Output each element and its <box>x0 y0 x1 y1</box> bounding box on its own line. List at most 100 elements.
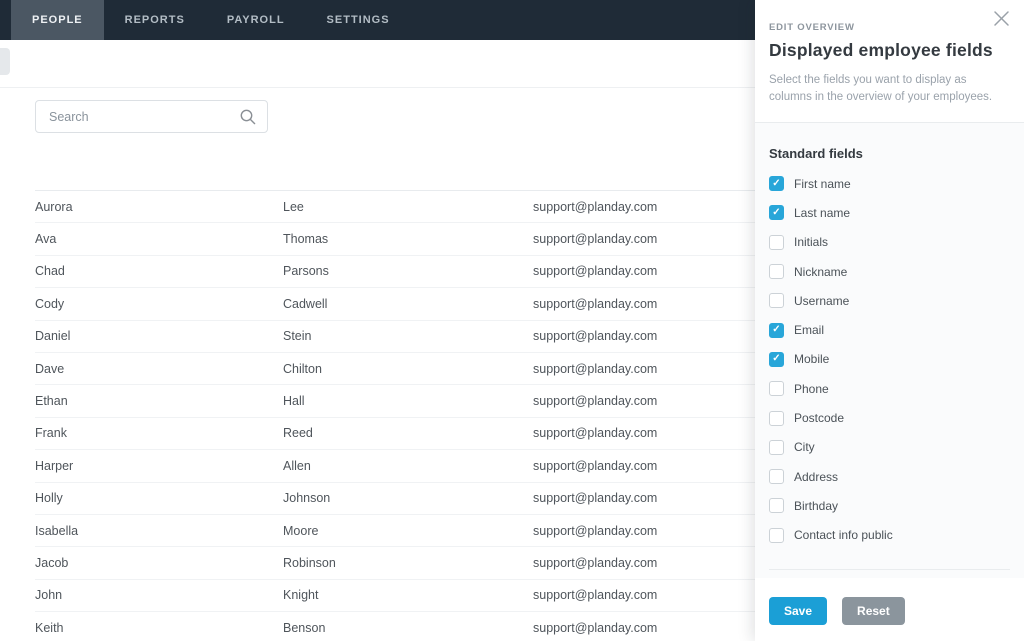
search-icon[interactable] <box>239 108 257 126</box>
field-label: Nickname <box>794 264 848 279</box>
checkbox[interactable]: ✓ <box>769 293 784 309</box>
field-label: Mobile <box>794 352 830 367</box>
checkbox[interactable]: ✓ <box>769 322 784 338</box>
cell-last-name: Thomas <box>283 232 329 247</box>
nav-tab-label: REPORTS <box>124 14 185 26</box>
cell-last-name: Hall <box>283 394 305 409</box>
close-icon[interactable] <box>988 5 1014 31</box>
table-row[interactable]: Chad Parsons support@planday.com <box>35 256 755 289</box>
cell-first-name: Harper <box>35 458 74 473</box>
field-label: Initials <box>794 235 829 250</box>
field-checkbox-row[interactable]: ✓ Username <box>769 286 1010 315</box>
field-checkbox-row[interactable]: ✓ Mobile <box>769 345 1010 374</box>
cell-email: support@planday.com <box>533 426 658 441</box>
cell-last-name: Cadwell <box>283 296 328 311</box>
checkbox[interactable]: ✓ <box>769 498 784 514</box>
search-input[interactable] <box>36 101 226 132</box>
employee-overview: Aurora Lee support@planday.com Ava Thoma… <box>0 88 755 641</box>
panel-title: Displayed employee fields <box>769 40 993 60</box>
table-row[interactable]: Ethan Hall support@planday.com <box>35 385 755 418</box>
checkbox[interactable]: ✓ <box>769 527 784 543</box>
nav-tab-label: PAYROLL <box>226 14 285 26</box>
checkmark-icon: ✓ <box>772 353 781 365</box>
nav-tab-label: PEOPLE <box>32 14 83 26</box>
cell-first-name: Ava <box>35 232 57 247</box>
field-checkbox-row[interactable]: ✓ City <box>769 433 1010 462</box>
checkbox[interactable]: ✓ <box>769 176 784 192</box>
cell-email: support@planday.com <box>533 394 658 409</box>
checkbox[interactable]: ✓ <box>769 410 784 426</box>
field-checkbox-row[interactable]: ✓ Initials <box>769 228 1010 257</box>
table-row[interactable]: Cody Cadwell support@planday.com <box>35 288 755 321</box>
field-checkbox-row[interactable]: ✓ First name <box>769 169 1010 198</box>
checkmark-icon: ✓ <box>772 324 781 336</box>
panel-eyebrow: EDIT OVERVIEW <box>769 22 855 33</box>
table-row[interactable]: Isabella Moore support@planday.com <box>35 515 755 548</box>
panel-footer: Save Reset <box>755 578 1024 641</box>
checkbox[interactable]: ✓ <box>769 234 784 250</box>
table-row[interactable]: Holly Johnson support@planday.com <box>35 483 755 515</box>
field-checkbox-row[interactable]: ✓ Postcode <box>769 403 1010 432</box>
cell-email: support@planday.com <box>533 588 658 603</box>
panel-body: Standard fields ✓ First name ✓ Last name… <box>755 123 1024 578</box>
nav-tab[interactable]: REPORTS <box>104 0 206 40</box>
cell-first-name: Holly <box>35 491 63 506</box>
cell-last-name: Lee <box>283 199 304 214</box>
reset-button[interactable]: Reset <box>842 597 905 625</box>
cell-first-name: Jacob <box>35 555 69 570</box>
table-row[interactable]: Ava Thomas support@planday.com <box>35 223 755 256</box>
cell-first-name: Frank <box>35 426 67 441</box>
table-row[interactable]: Keith Benson support@planday.com <box>35 612 755 641</box>
checkbox[interactable]: ✓ <box>769 351 784 367</box>
cell-last-name: Moore <box>283 523 319 538</box>
field-checkbox-row[interactable]: ✓ Phone <box>769 374 1010 403</box>
table-header-row <box>35 169 755 191</box>
table-body: Aurora Lee support@planday.com Ava Thoma… <box>35 191 755 641</box>
field-checkbox-row[interactable]: ✓ Birthday <box>769 491 1010 520</box>
cell-last-name: Knight <box>283 588 319 603</box>
checkbox[interactable]: ✓ <box>769 264 784 280</box>
cell-email: support@planday.com <box>533 329 658 344</box>
cell-first-name: Isabella <box>35 523 79 538</box>
field-label: City <box>794 440 815 455</box>
table-row[interactable]: Aurora Lee support@planday.com <box>35 191 755 224</box>
field-label: Birthday <box>794 498 839 513</box>
table-row[interactable]: John Knight support@planday.com <box>35 580 755 613</box>
checkbox[interactable]: ✓ <box>769 469 784 485</box>
cell-last-name: Reed <box>283 426 313 441</box>
checkmark-icon: ✓ <box>772 177 781 189</box>
nav-tab[interactable]: PAYROLL <box>206 0 306 40</box>
panel-header: EDIT OVERVIEW Displayed employee fields … <box>755 0 1024 123</box>
cell-first-name: Ethan <box>35 394 68 409</box>
table-row[interactable]: Jacob Robinson support@planday.com <box>35 547 755 580</box>
cell-email: support@planday.com <box>533 361 658 376</box>
cell-last-name: Stein <box>283 329 312 344</box>
field-label: Address <box>794 469 839 484</box>
cell-email: support@planday.com <box>533 523 658 538</box>
field-checkbox-row[interactable]: ✓ Last name <box>769 198 1010 227</box>
field-checkbox-row[interactable]: ✓ Email <box>769 315 1010 344</box>
table-row[interactable]: Daniel Stein support@planday.com <box>35 321 755 353</box>
field-label: First name <box>794 176 851 191</box>
checkbox[interactable]: ✓ <box>769 439 784 455</box>
checkbox[interactable]: ✓ <box>769 205 784 221</box>
table-row[interactable]: Frank Reed support@planday.com <box>35 418 755 451</box>
cell-email: support@planday.com <box>533 296 658 311</box>
standard-fields-heading: Standard fields <box>769 146 863 161</box>
sidebar-handle[interactable] <box>0 48 10 75</box>
save-button[interactable]: Save <box>769 597 828 625</box>
panel-description: Select the fields you want to display as… <box>769 74 993 103</box>
field-label: Last name <box>794 205 851 220</box>
table-row[interactable]: Harper Allen support@planday.com <box>35 450 755 483</box>
nav-tab[interactable]: SETTINGS <box>306 0 411 40</box>
nav-tab[interactable]: PEOPLE <box>11 0 104 40</box>
cell-last-name: Benson <box>283 620 326 635</box>
table-row[interactable]: Dave Chilton support@planday.com <box>35 353 755 386</box>
cell-last-name: Robinson <box>283 555 336 570</box>
checkbox[interactable]: ✓ <box>769 381 784 397</box>
cell-last-name: Johnson <box>283 491 331 506</box>
field-checkbox-row[interactable]: ✓ Nickname <box>769 257 1010 286</box>
cell-last-name: Allen <box>283 458 311 473</box>
field-checkbox-row[interactable]: ✓ Contact info public <box>769 521 1010 550</box>
field-checkbox-row[interactable]: ✓ Address <box>769 462 1010 491</box>
